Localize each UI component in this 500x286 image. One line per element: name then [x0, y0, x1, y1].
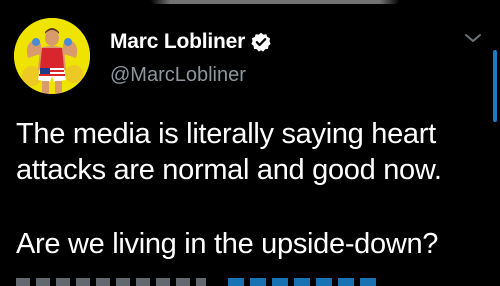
cropped-meta-fragment [16, 276, 396, 286]
tweet-text: The media is literally saying heart atta… [16, 116, 496, 262]
avatar-image [14, 18, 90, 94]
cropped-header-fragment [150, 0, 400, 4]
tweet-text-line: Are we living in the upside-down? [16, 228, 439, 260]
scrollbar[interactable] [493, 50, 497, 122]
tweet-card: Marc Lobliner @MarcLobliner The media is… [0, 0, 500, 286]
tweet-text-line: The media is literally saying heart [16, 118, 436, 150]
author-handle[interactable]: @MarcLobliner [110, 64, 246, 87]
timestamp-fragment [16, 278, 206, 286]
avatar[interactable] [14, 18, 90, 94]
author-name-row[interactable]: Marc Lobliner [110, 30, 271, 54]
source-fragment[interactable] [228, 278, 378, 286]
chevron-down-icon[interactable] [462, 30, 484, 46]
verified-badge-icon [251, 32, 271, 52]
tweet-text-line: attacks are normal and good now. [16, 154, 442, 186]
author-display-name[interactable]: Marc Lobliner [110, 30, 245, 54]
